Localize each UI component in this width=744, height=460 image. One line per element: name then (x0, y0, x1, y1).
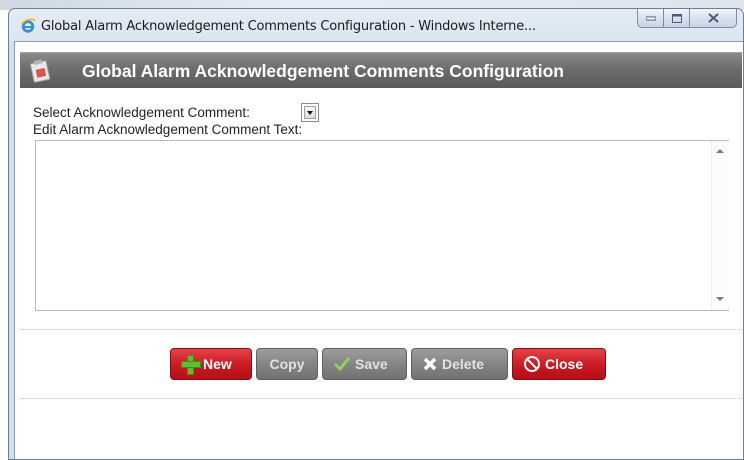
close-icon (707, 13, 719, 23)
scroll-up-icon[interactable] (716, 149, 724, 153)
window-title: Global Alarm Acknowledgement Comments Co… (41, 19, 536, 34)
save-button-label: Save (355, 356, 388, 372)
save-button[interactable]: Save (322, 348, 407, 380)
minimize-button[interactable] (637, 9, 664, 28)
edit-comment-label: Edit Alarm Acknowledgement Comment Text: (33, 122, 303, 137)
new-button-label: New (203, 356, 232, 372)
check-icon (333, 357, 351, 372)
close-button[interactable]: Close (512, 348, 606, 380)
dialog-header: Global Alarm Acknowledgement Comments Co… (20, 52, 742, 88)
close-button-label: Close (545, 356, 584, 372)
copy-button-label: Copy (269, 356, 305, 372)
textarea-scrollbar[interactable] (711, 141, 729, 310)
comment-select[interactable] (301, 103, 319, 122)
maximize-button[interactable] (664, 9, 690, 28)
maximize-icon (671, 13, 682, 23)
title-bar[interactable]: Global Alarm Acknowledgement Comments Co… (9, 9, 743, 41)
separator-bottom (20, 398, 742, 399)
clipboard-icon (29, 59, 51, 83)
delete-button[interactable]: Delete (411, 348, 508, 380)
scroll-down-icon[interactable] (716, 297, 724, 301)
page-content: Global Alarm Acknowledgement Comments Co… (14, 41, 743, 459)
plus-icon (181, 355, 201, 375)
button-row: New Copy Save Delete Close (15, 348, 744, 380)
window-controls (637, 9, 737, 29)
new-button[interactable]: New (170, 348, 252, 380)
copy-button[interactable]: Copy (256, 348, 318, 380)
browser-window: Global Alarm Acknowledgement Comments Co… (8, 8, 744, 460)
no-entry-icon (524, 356, 540, 372)
minimize-icon (645, 16, 656, 21)
select-comment-label: Select Acknowledgement Comment: (33, 105, 250, 120)
dialog-title: Global Alarm Acknowledgement Comments Co… (82, 61, 564, 81)
comment-textarea[interactable] (35, 140, 729, 311)
x-icon (423, 357, 437, 371)
dropdown-arrow-icon[interactable] (304, 106, 316, 119)
ie-icon (21, 18, 36, 33)
close-window-button[interactable] (690, 9, 737, 28)
delete-button-label: Delete (442, 356, 485, 372)
separator-top (20, 329, 742, 330)
